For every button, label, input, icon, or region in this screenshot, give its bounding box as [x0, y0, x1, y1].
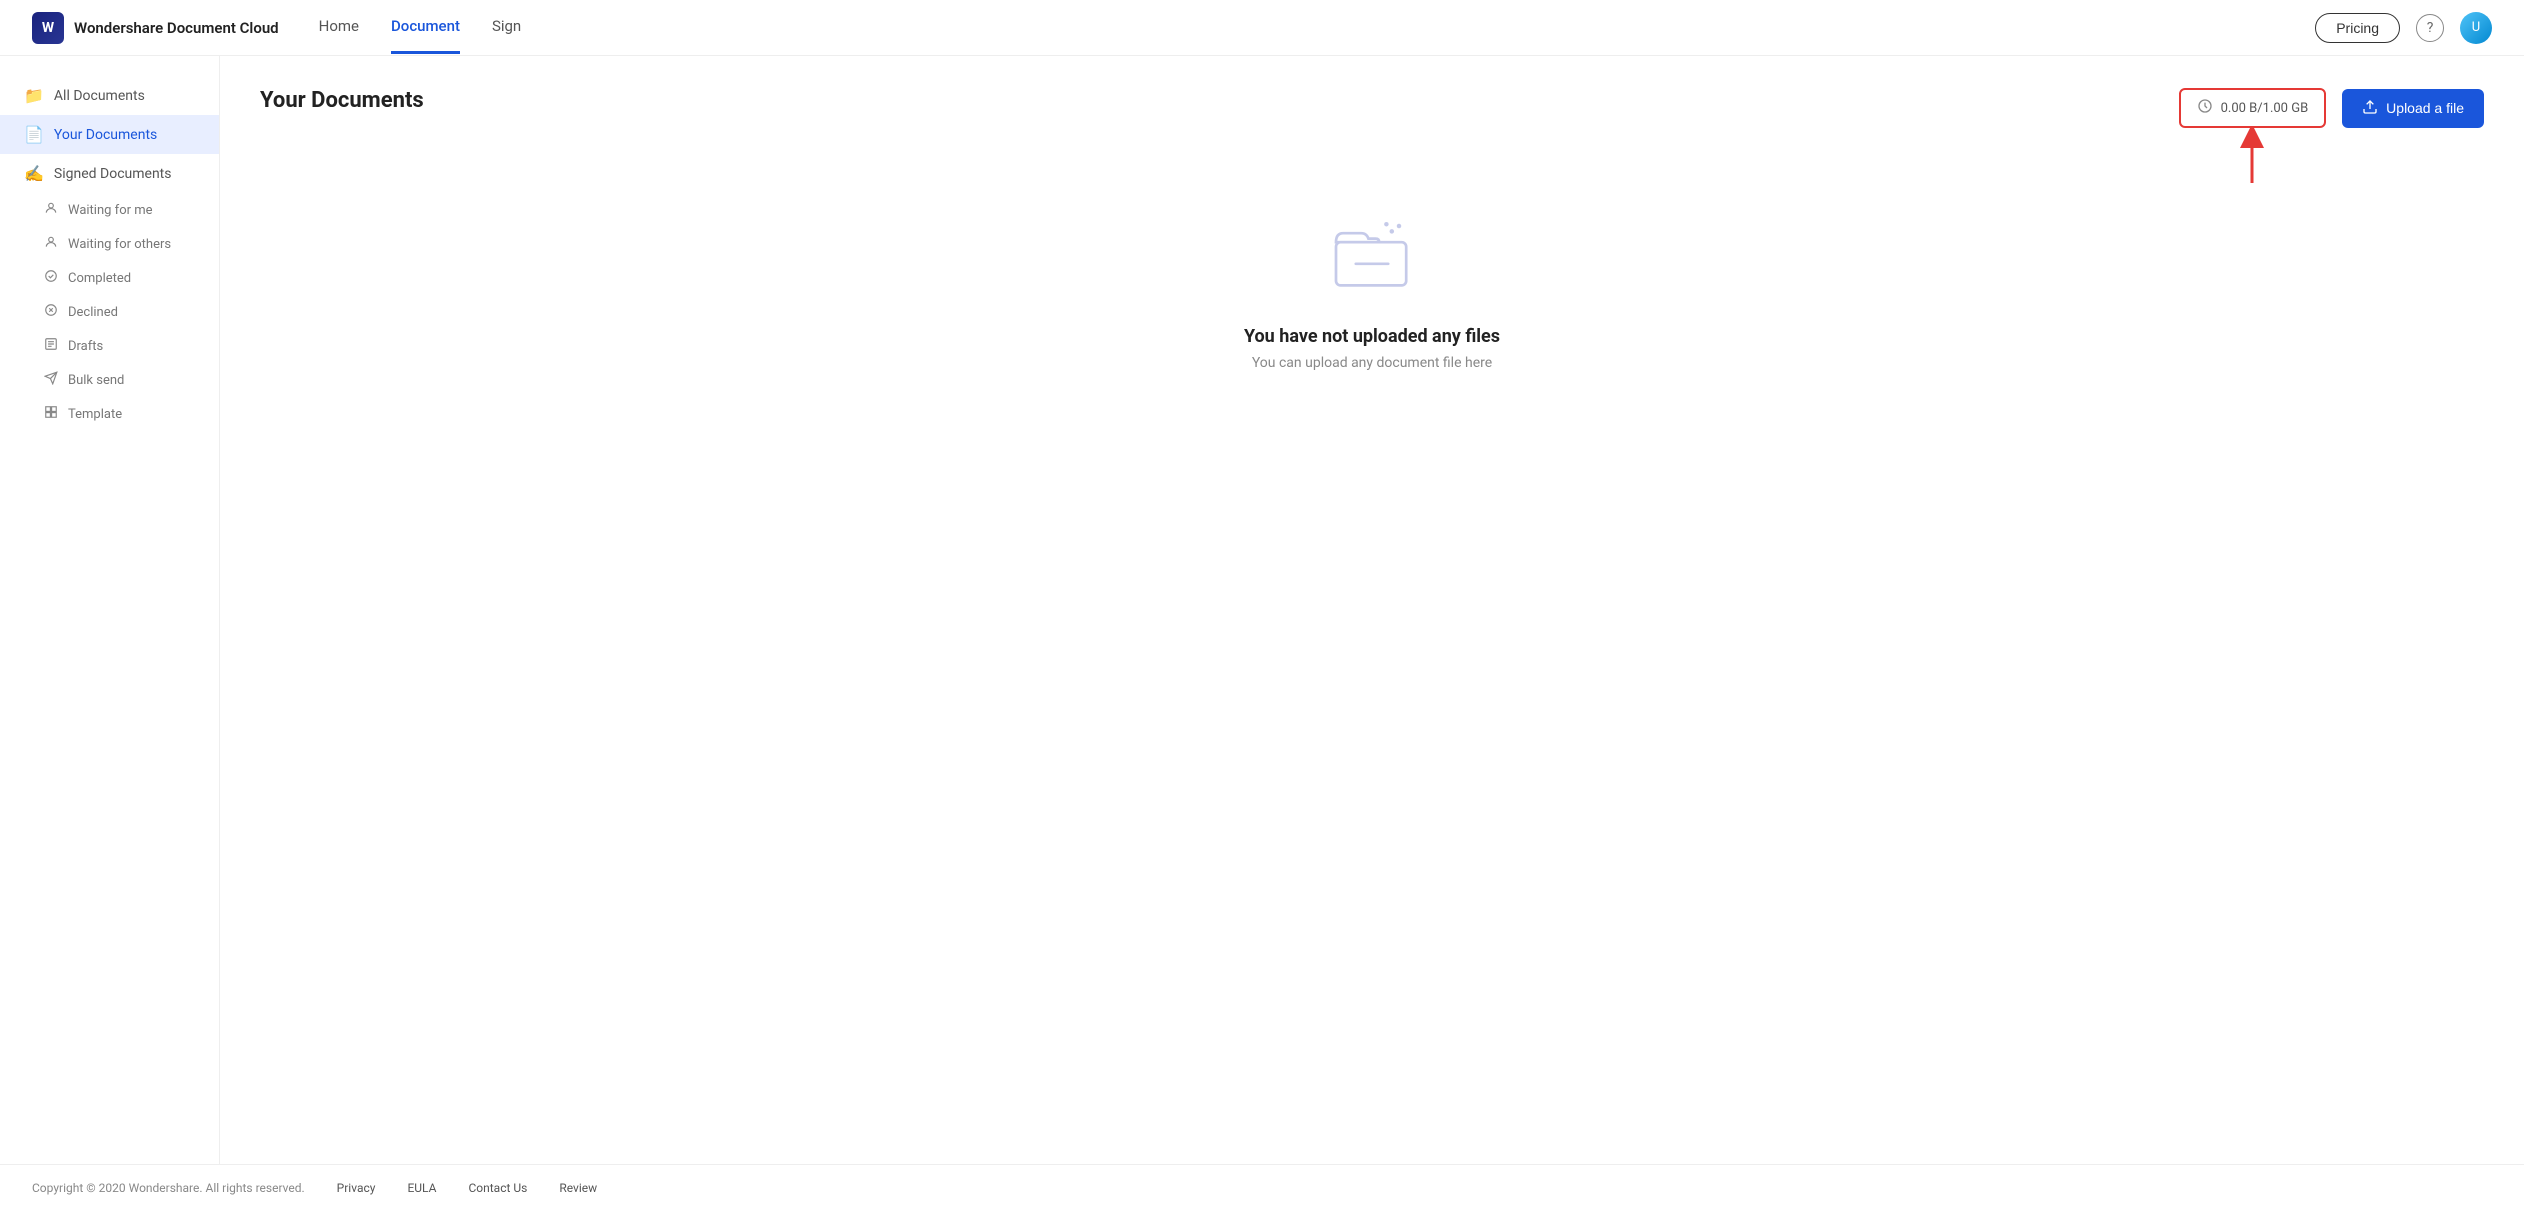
sidebar: 📁 All Documents 📄 Your Documents ✍️ Sign… [0, 56, 220, 1164]
page-title: Your Documents [260, 88, 424, 113]
storage-badge: 0.00 B/1.00 GB [2179, 88, 2327, 128]
sidebar-item-drafts[interactable]: Drafts [20, 329, 219, 363]
your-documents-label: Your Documents [54, 127, 157, 143]
declined-label: Declined [68, 305, 118, 320]
empty-folder-icon [1327, 208, 1417, 302]
logo-icon: W [32, 12, 64, 44]
avatar[interactable]: U [2460, 12, 2492, 44]
footer-link-contact[interactable]: Contact Us [468, 1181, 527, 1195]
sidebar-item-waiting-for-me[interactable]: Waiting for me [20, 193, 219, 227]
sidebar-sub: Waiting for me Waiting for others Comple… [0, 193, 219, 431]
pricing-button[interactable]: Pricing [2315, 13, 2400, 43]
storage-text: 0.00 B/1.00 GB [2221, 101, 2309, 116]
header-right: Pricing ? U [2315, 12, 2492, 44]
main-header: Your Documents 0.00 B/1.00 GB [260, 88, 2484, 128]
person-icon-2 [44, 235, 58, 253]
declined-icon [44, 303, 58, 321]
upload-label: Upload a file [2386, 100, 2464, 116]
sidebar-item-signed-documents[interactable]: ✍️ Signed Documents [0, 154, 219, 193]
signed-icon: ✍️ [24, 164, 44, 183]
help-icon[interactable]: ? [2416, 14, 2444, 42]
storage-area: 0.00 B/1.00 GB [2179, 88, 2327, 128]
nav-sign[interactable]: Sign [492, 1, 521, 54]
check-circle-icon [44, 269, 58, 287]
storage-icon [2197, 98, 2213, 118]
footer: Copyright © 2020 Wondershare. All rights… [0, 1164, 2524, 1211]
sidebar-item-template[interactable]: Template [20, 397, 219, 431]
upload-button[interactable]: Upload a file [2342, 89, 2484, 128]
sidebar-item-declined[interactable]: Declined [20, 295, 219, 329]
waiting-for-me-label: Waiting for me [68, 203, 153, 218]
person-icon-1 [44, 201, 58, 219]
footer-link-eula[interactable]: EULA [407, 1181, 436, 1195]
footer-link-review[interactable]: Review [559, 1181, 597, 1195]
all-documents-label: All Documents [54, 88, 145, 104]
drafts-label: Drafts [68, 339, 103, 354]
footer-link-privacy[interactable]: Privacy [337, 1181, 376, 1195]
send-icon [44, 371, 58, 389]
header: W Wondershare Document Cloud Home Docume… [0, 0, 2524, 56]
sidebar-item-completed[interactable]: Completed [20, 261, 219, 295]
waiting-for-others-label: Waiting for others [68, 237, 171, 252]
arrow-annotation [2232, 128, 2272, 188]
empty-subtitle: You can upload any document file here [1252, 355, 1492, 371]
completed-label: Completed [68, 271, 131, 286]
sidebar-item-all-documents[interactable]: 📁 All Documents [0, 76, 219, 115]
header-left: W Wondershare Document Cloud Home Docume… [32, 1, 521, 54]
sidebar-item-your-documents[interactable]: 📄 Your Documents [0, 115, 219, 154]
nav-document[interactable]: Document [391, 1, 460, 54]
main-actions: 0.00 B/1.00 GB [2179, 88, 2484, 128]
logo-text: Wondershare Document Cloud [74, 19, 279, 37]
folder-icon: 📁 [24, 86, 44, 105]
sidebar-item-waiting-for-others[interactable]: Waiting for others [20, 227, 219, 261]
empty-state: You have not uploaded any files You can … [260, 208, 2484, 371]
signed-documents-label: Signed Documents [54, 166, 172, 182]
copyright-text: Copyright © 2020 Wondershare. All rights… [32, 1181, 305, 1195]
main-content: Your Documents 0.00 B/1.00 GB [220, 56, 2524, 1164]
bulk-send-label: Bulk send [68, 373, 124, 388]
sidebar-item-bulk-send[interactable]: Bulk send [20, 363, 219, 397]
nav-home[interactable]: Home [319, 1, 359, 54]
template-icon [44, 405, 58, 423]
main-nav: Home Document Sign [319, 1, 522, 54]
logo[interactable]: W Wondershare Document Cloud [32, 12, 279, 44]
layout: 📁 All Documents 📄 Your Documents ✍️ Sign… [0, 56, 2524, 1164]
draft-icon [44, 337, 58, 355]
document-icon: 📄 [24, 125, 44, 144]
upload-icon [2362, 99, 2378, 118]
template-label: Template [68, 407, 122, 422]
empty-title: You have not uploaded any files [1244, 326, 1500, 347]
